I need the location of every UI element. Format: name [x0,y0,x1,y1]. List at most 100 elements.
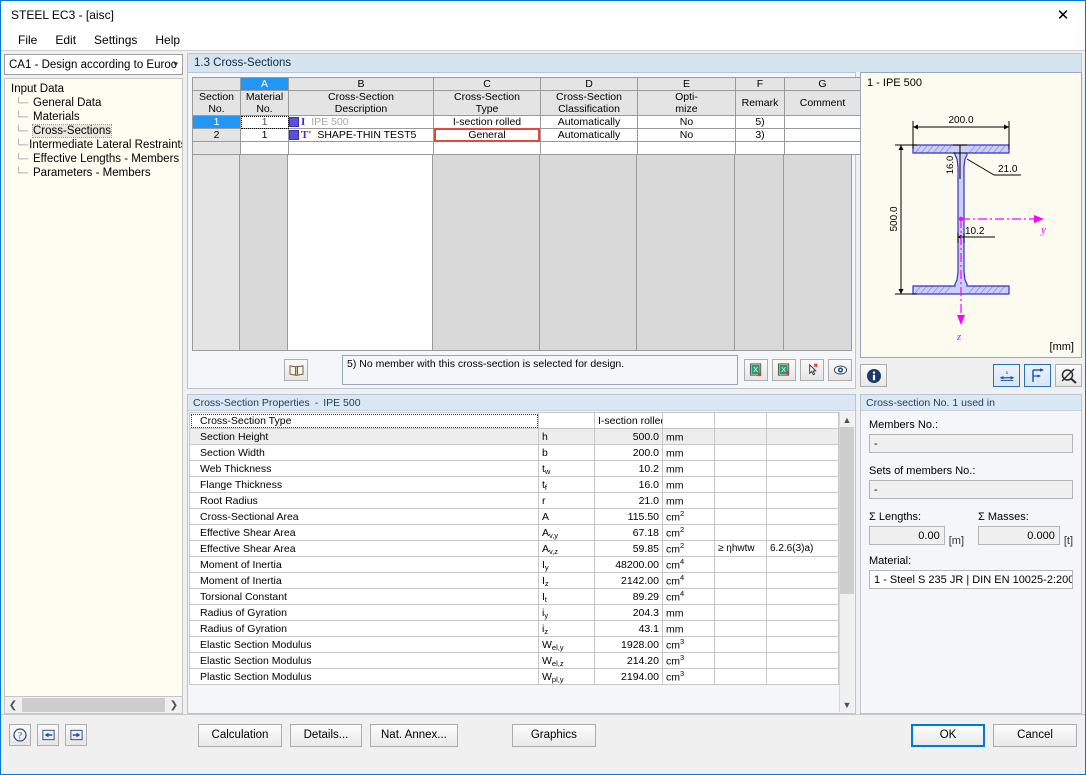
menu-item-help[interactable]: Help [146,31,189,49]
symbol-sub: v,y [549,530,559,540]
calculation-button[interactable]: Calculation [198,723,282,747]
cell-material-no[interactable]: 1 [240,114,289,130]
cell-empty[interactable] [784,141,861,156]
property-row[interactable]: Effective Shear Area Av,z 59.85 cm2 ≥ ηh… [189,540,839,557]
cell-cross-section-type[interactable]: General [433,128,541,144]
reset-zoom-button[interactable] [1055,364,1082,387]
cell-classification[interactable]: Automatically [540,128,638,143]
property-row[interactable]: Radius of Gyration iy 204.3 mm [189,604,839,621]
scroll-up-icon[interactable]: ▲ [840,412,854,427]
cell-empty[interactable] [637,141,736,156]
property-row[interactable]: Effective Shear Area Av,y 67.18 cm2 [189,524,839,541]
menu-item-file[interactable]: File [9,31,46,49]
col-letter-d[interactable]: D [540,77,638,91]
scrollbar-thumb[interactable] [840,427,854,595]
col-letter-a[interactable]: A [240,77,289,91]
scroll-down-icon[interactable]: ▼ [840,697,854,712]
color-swatch-icon [289,130,299,141]
cell-cross-section-description[interactable]: I IPE 500 [288,114,434,130]
cell-optimize[interactable]: No [637,114,736,130]
members-value-field[interactable]: - [869,434,1073,453]
table-row[interactable]: 1 1 I IPE 500 I-section rolled Automatic… [192,114,861,130]
ok-button[interactable]: OK [911,723,985,747]
property-row[interactable]: Elastic Section Modulus Wel,y 1928.00 cm… [189,636,839,653]
property-symbol: tw [538,460,595,477]
cell-remark[interactable]: 3) [735,128,785,143]
table-row[interactable]: 2 1 T' SHAPE-THIN TEST5 General Automati… [192,128,861,144]
sidebar-item-parameters-members[interactable]: └─ Parameters - Members [15,166,182,180]
cell-classification[interactable]: Automatically [540,114,638,130]
property-row[interactable]: Moment of Inertia Iy 48200.00 cm4 [189,556,839,573]
nat-annex-button[interactable]: Nat. Annex... [370,723,458,747]
previous-icon [41,729,55,741]
info-button[interactable] [860,364,887,387]
cell-cross-section-description[interactable]: T' SHAPE-THIN TEST5 [288,128,434,143]
previous-button[interactable] [37,724,59,746]
material-value-field[interactable]: 1 - Steel S 235 JR | DIN EN 10025-2:200 [869,570,1073,589]
import-button[interactable]: X [744,359,768,381]
properties-vertical-scrollbar[interactable]: ▲ ▼ [839,412,854,712]
export-button[interactable]: X [772,359,796,381]
sidebar-item-materials[interactable]: └─ Materials [15,110,182,124]
cell-remark[interactable]: 5) [735,114,785,130]
property-row[interactable]: Radius of Gyration iz 43.1 mm [189,620,839,637]
property-row[interactable]: Section Height h 500.0 mm [189,428,839,445]
col-letter-g[interactable]: G [784,77,861,91]
sidebar-item-general-data[interactable]: └─ General Data [15,96,182,110]
close-icon[interactable]: ✕ [1041,1,1085,29]
next-button[interactable] [65,724,87,746]
pick-button[interactable] [800,359,824,381]
sidebar-item-effective-lengths-members[interactable]: └─ Effective Lengths - Members [15,152,182,166]
sidebar-item-intermediate-lateral-restraints[interactable]: └─ Intermediate Lateral Restraints [15,138,182,152]
menu-item-settings[interactable]: Settings [85,31,146,49]
menu-item-edit[interactable]: Edit [46,31,85,49]
details-button[interactable]: Details... [290,723,362,747]
sidebar-item-cross-sections[interactable]: └─ Cross-Sections [15,124,182,138]
tree-root-input-data[interactable]: Input Data [9,82,182,96]
scrollbar-thumb[interactable] [22,698,165,712]
cancel-button[interactable]: Cancel [993,723,1077,747]
scroll-right-icon[interactable]: ❯ [166,698,182,713]
cell-comment[interactable] [784,128,861,143]
design-case-combo[interactable]: CA1 - Design according to Euroc ▾ [4,54,183,75]
help-button[interactable]: ? [9,724,31,746]
col-letter-c[interactable]: C [433,77,541,91]
cell-comment[interactable] [784,114,861,130]
property-row[interactable]: Moment of Inertia Iz 2142.00 cm4 [189,572,839,589]
cell-empty[interactable] [288,141,434,156]
property-row[interactable]: Flange Thickness tf 16.0 mm [189,476,839,493]
sidebar-horizontal-scrollbar[interactable]: ❮ ❯ [4,697,183,714]
property-row[interactable]: Torsional Constant It 89.29 cm4 [189,588,839,605]
cell-material-no[interactable]: 1 [240,128,289,143]
col-letter-b[interactable]: B [288,77,434,91]
property-row[interactable]: Plastic Section Modulus Wpl,y 2194.00 cm… [189,668,839,685]
cell-empty[interactable] [240,141,289,156]
property-row[interactable]: Root Radius r 21.0 mm [189,492,839,509]
property-row[interactable]: Section Width b 200.0 mm [189,444,839,461]
row-number[interactable]: 1 [192,114,241,130]
property-row[interactable]: Elastic Section Modulus Wel,z 214.20 cm3 [189,652,839,669]
library-button[interactable] [284,359,308,381]
show-dimensions-button[interactable]: x [993,364,1020,387]
property-row-type[interactable]: Cross-Section Type I-section rolled [189,412,839,429]
cell-optimize[interactable]: No [637,128,736,143]
cell-cross-section-type[interactable]: I-section rolled [433,114,541,130]
col-letter-e[interactable]: E [637,77,736,91]
property-row[interactable]: Web Thickness tw 10.2 mm [189,460,839,477]
show-axes-button[interactable] [1024,364,1051,387]
view-button[interactable] [828,359,852,381]
sets-value-field[interactable]: - [869,480,1073,499]
cell-empty[interactable] [540,141,638,156]
scroll-left-icon[interactable]: ❮ [5,698,21,713]
row-number[interactable] [192,141,241,156]
cross-section-graphic[interactable]: 1 - IPE 500 200.0 500.0 16.0 21.0 10.2 y… [860,72,1082,358]
cell-empty[interactable] [735,141,785,156]
table-row-empty[interactable] [192,141,861,156]
graphics-button[interactable]: Graphics [511,723,596,747]
property-row[interactable]: Cross-Sectional Area A 115.50 cm2 [189,508,839,525]
cell-empty[interactable] [433,141,541,156]
scrollbar-track[interactable] [840,427,854,697]
col-letter-f[interactable]: F [735,77,785,91]
property-value: 200.0 [594,444,663,461]
row-number[interactable]: 2 [192,128,241,143]
